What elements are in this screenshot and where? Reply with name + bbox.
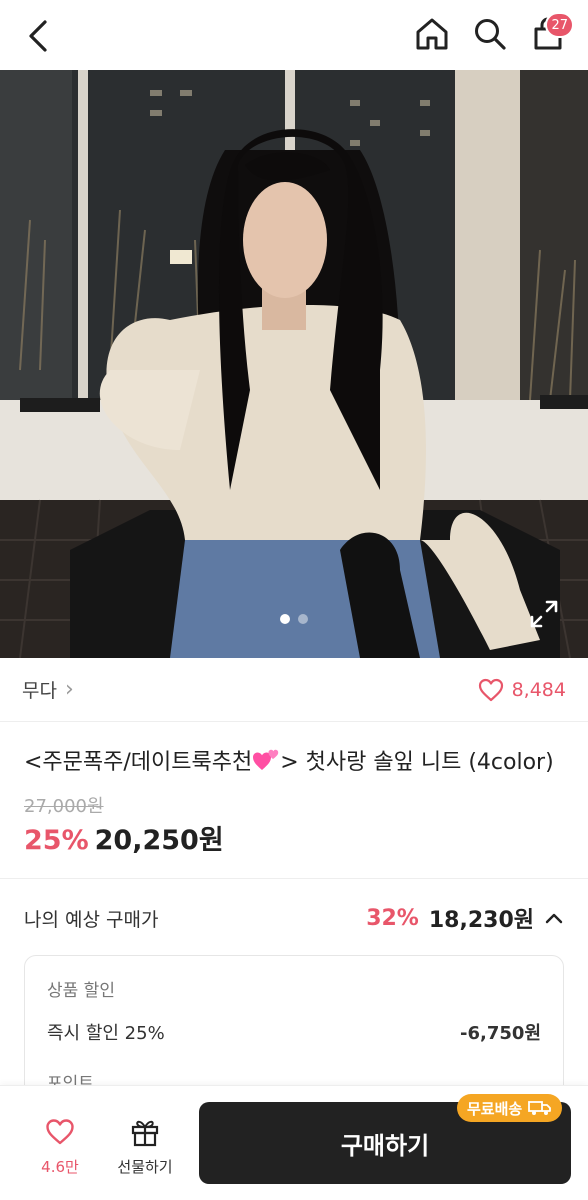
cart-button[interactable]: 27 xyxy=(528,12,574,54)
home-icon xyxy=(416,18,448,50)
discount-section-title: 상품 할인 xyxy=(47,981,115,1001)
chevron-up-icon xyxy=(545,913,563,924)
discount-row: 즉시 할인 25% -6,750원 xyxy=(47,1019,541,1045)
expand-icon xyxy=(530,600,558,628)
product-image-carousel[interactable] xyxy=(0,70,588,658)
sale-price: 20,250원 xyxy=(94,825,224,856)
bottom-like-button[interactable]: 4.6만 xyxy=(30,1116,90,1177)
search-icon xyxy=(475,19,506,50)
discount-row-amount: -6,750원 xyxy=(460,1023,541,1044)
chevron-right-icon: › xyxy=(64,677,74,702)
product-title: <주문폭주/데이트룩추천 > 첫사랑 솔잎 니트 (4color) xyxy=(24,744,569,776)
expand-image-button[interactable] xyxy=(528,598,560,630)
original-price: 27,000원 xyxy=(24,796,104,817)
heart-icon xyxy=(46,1119,74,1145)
truck-icon xyxy=(528,1101,552,1115)
back-button[interactable] xyxy=(18,16,58,56)
bottom-action-bar: 4.6만 선물하기 구매하기 무료배송 xyxy=(0,1085,588,1200)
expected-price: 18,230원 xyxy=(428,908,534,933)
heart-icon xyxy=(478,678,503,701)
product-photo xyxy=(0,70,588,658)
search-button[interactable] xyxy=(470,14,510,54)
free-shipping-label: 무료배송 xyxy=(467,1099,523,1118)
back-icon xyxy=(29,20,47,52)
brand-link[interactable]: 무다 › xyxy=(22,676,74,703)
carousel-dot-active[interactable] xyxy=(280,614,290,624)
gift-button[interactable]: 선물하기 xyxy=(110,1116,180,1177)
expected-price-label: 나의 예상 구매가 xyxy=(24,908,159,931)
like-count: 8,484 xyxy=(511,678,566,701)
brand-row: 무다 › 8,484 xyxy=(0,658,588,722)
home-button[interactable] xyxy=(412,14,452,54)
discount-percent: 25% xyxy=(24,825,89,856)
sale-price-row: 25% 20,250원 xyxy=(24,818,224,857)
free-shipping-badge: 무료배송 xyxy=(457,1094,563,1122)
carousel-indicator xyxy=(0,614,588,624)
buy-label: 구매하기 xyxy=(340,1131,430,1160)
section-divider xyxy=(0,878,588,879)
cart-count-badge: 27 xyxy=(545,12,574,38)
expected-discount-percent: 32% xyxy=(366,905,419,931)
discount-row-label: 즉시 할인 25% xyxy=(47,1023,165,1044)
product-like-button[interactable]: 8,484 xyxy=(478,678,566,702)
expected-price-toggle[interactable]: 나의 예상 구매가 32% 18,230원 xyxy=(0,896,588,940)
bottom-like-count: 4.6만 xyxy=(41,1158,79,1176)
two-hearts-icon xyxy=(253,749,279,770)
title-prefix: <주문폭주/데이트룩추천 xyxy=(24,750,253,775)
gift-icon xyxy=(131,1120,159,1147)
title-suffix: > 첫사랑 솔잎 니트 (4color) xyxy=(280,750,554,775)
brand-name: 무다 xyxy=(22,680,57,702)
gift-label: 선물하기 xyxy=(117,1158,173,1176)
top-nav-bar: 27 xyxy=(0,0,588,70)
carousel-dot[interactable] xyxy=(298,614,308,624)
